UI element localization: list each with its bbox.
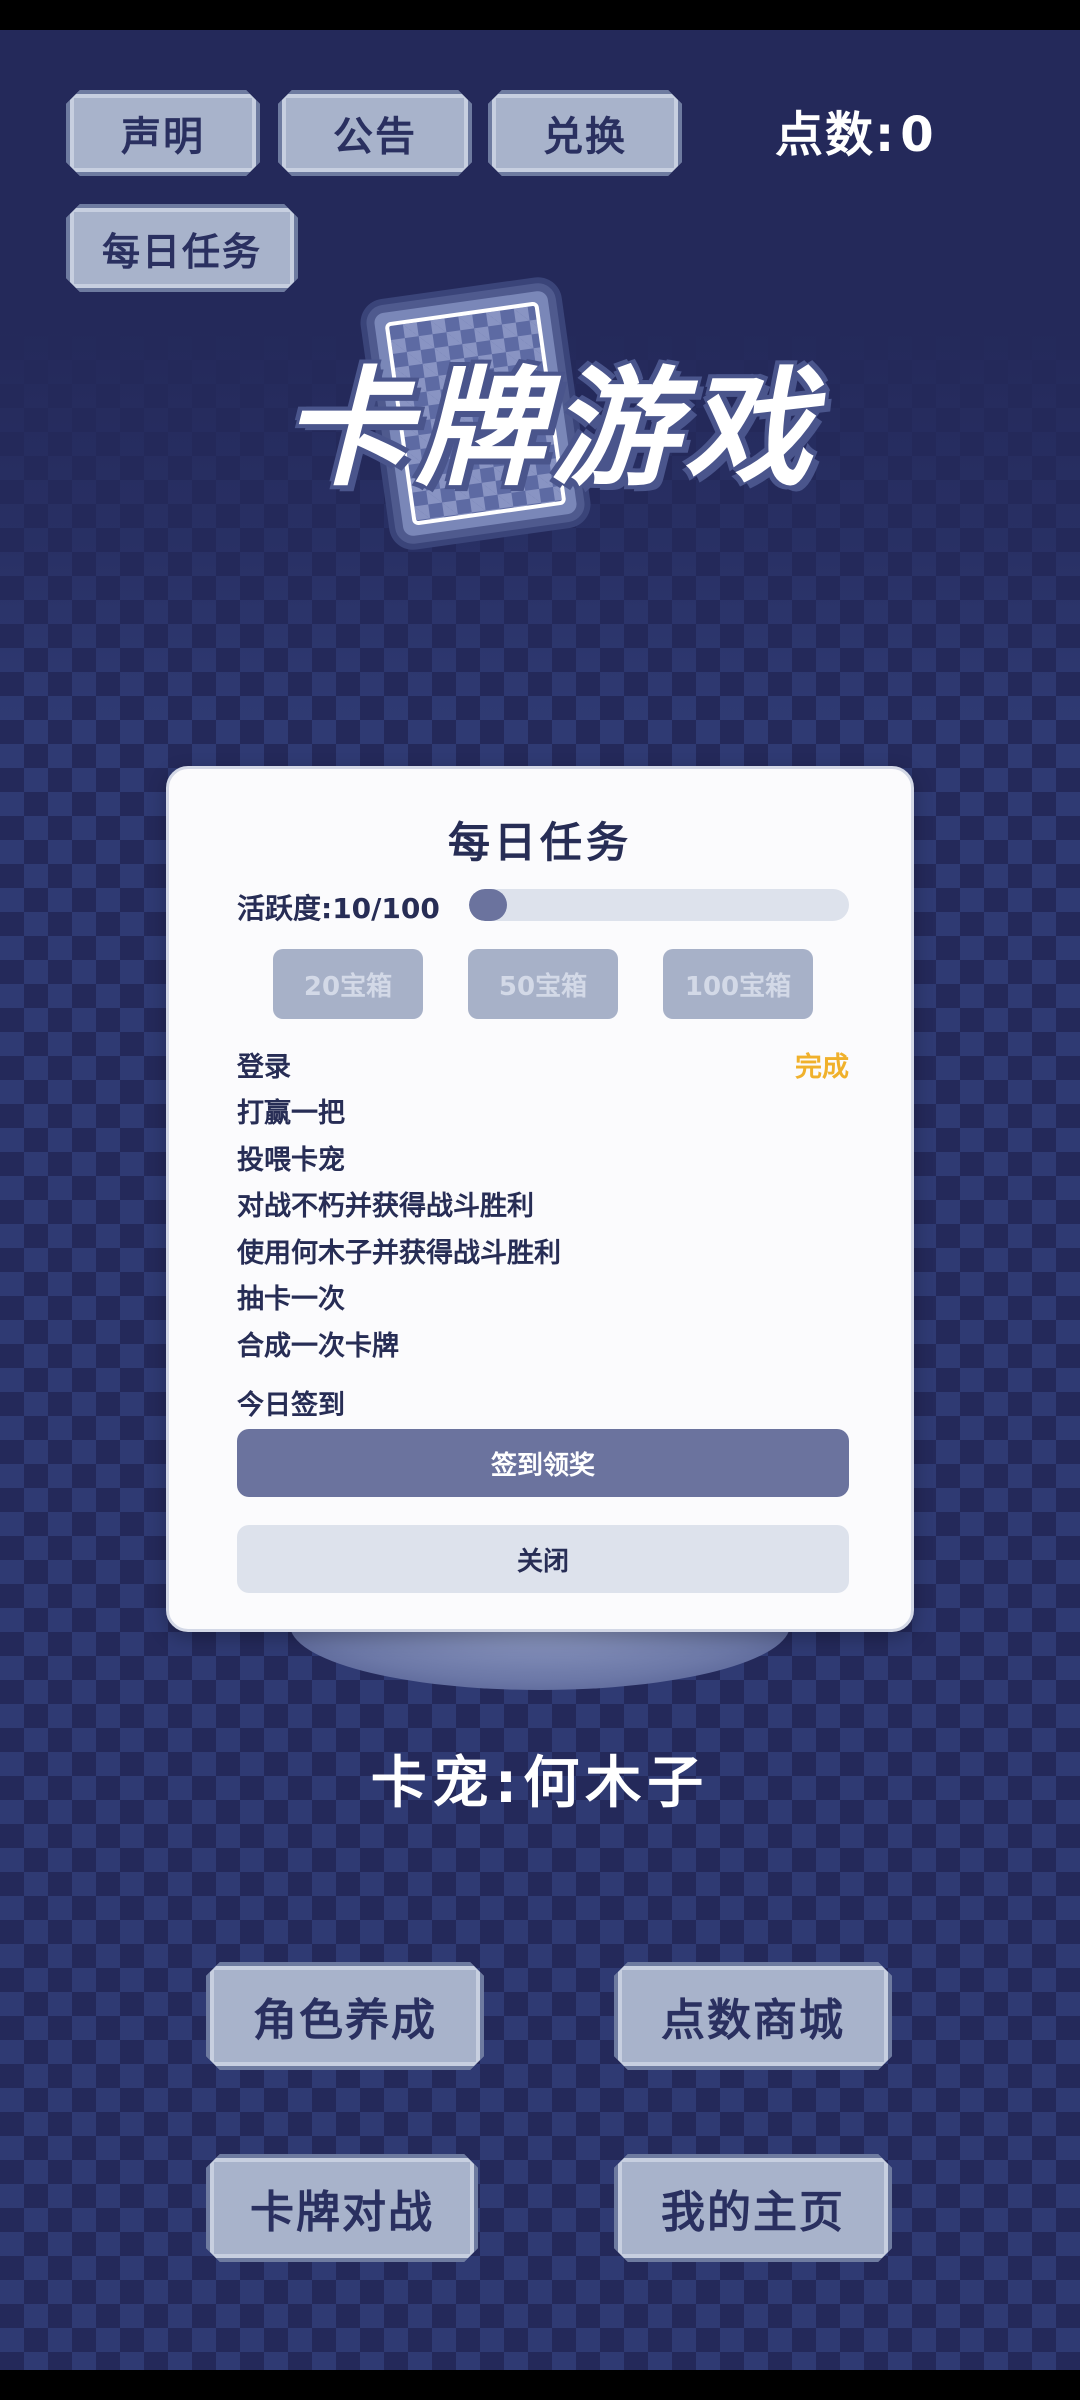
- card-battle-button[interactable]: 卡牌对战: [206, 2154, 478, 2262]
- close-button[interactable]: 关闭: [237, 1525, 849, 1593]
- activity-progress-fill: [469, 889, 507, 921]
- statement-button-label: 声明: [121, 114, 205, 160]
- daily-tasks-button[interactable]: 每日任务: [66, 204, 298, 292]
- daily-tasks-button-label: 每日任务: [101, 229, 262, 274]
- task-status-complete: 完成: [795, 1051, 849, 1083]
- task-item-use-pet-win: 使用何木子并获得战斗胜利: [237, 1227, 849, 1274]
- statement-button[interactable]: 声明: [66, 90, 260, 176]
- chest-50-button[interactable]: 50宝箱: [468, 949, 618, 1019]
- character-growth-button[interactable]: 角色养成: [206, 1962, 484, 2070]
- my-home-label: 我的主页: [661, 2187, 845, 2238]
- activity-progress-bar: [469, 889, 849, 921]
- signin-label: 今日签到: [237, 1390, 345, 1421]
- points-label: 点数:: [775, 107, 897, 163]
- task-list: 登录 完成 打赢一把 投喂卡宠 对战不朽并获得战斗胜利 使用何木子并获得战斗胜利…: [237, 1041, 849, 1367]
- task-item-beat-immortal: 对战不朽并获得战斗胜利: [237, 1181, 849, 1228]
- task-item-merge-card: 合成一次卡牌: [237, 1320, 849, 1367]
- points-shop-button[interactable]: 点数商城: [614, 1962, 892, 2070]
- chest-100-label: 100宝箱: [684, 971, 792, 1002]
- task-name: 使用何木子并获得战斗胜利: [237, 1237, 561, 1269]
- redeem-button[interactable]: 兑换: [488, 90, 682, 176]
- chest-20-label: 20宝箱: [303, 971, 393, 1002]
- task-name: 登录: [237, 1051, 291, 1083]
- logo-title: 卡牌游戏: [281, 355, 818, 504]
- chest-100-button[interactable]: 100宝箱: [663, 949, 813, 1019]
- dialog-title: 每日任务: [447, 818, 632, 867]
- points-value: 0: [900, 107, 936, 163]
- activity-label: 活跃度:10/100: [237, 887, 440, 927]
- chest-20-button[interactable]: 20宝箱: [273, 949, 423, 1019]
- points-display: 点数:0: [775, 95, 936, 165]
- task-name: 合成一次卡牌: [237, 1330, 399, 1362]
- task-name: 对战不朽并获得战斗胜利: [237, 1191, 534, 1223]
- daily-tasks-dialog: 每日任务 活跃度:10/100 20宝箱 50宝箱 100宝箱 登录 完成 打赢…: [166, 766, 914, 1632]
- signin-button-label: 签到领奖: [490, 1450, 595, 1481]
- game-logo: 卡牌游戏: [245, 280, 855, 547]
- points-shop-label: 点数商城: [661, 1995, 845, 2046]
- task-item-draw-card: 抽卡一次: [237, 1274, 849, 1321]
- chest-50-label: 50宝箱: [498, 971, 588, 1002]
- task-name: 投喂卡宠: [237, 1144, 345, 1176]
- activity-value: 10/100: [332, 892, 440, 925]
- navigation-bar: [0, 2370, 1080, 2400]
- close-button-label: 关闭: [516, 1546, 569, 1577]
- task-item-win-one: 打赢一把: [237, 1088, 849, 1135]
- pet-name: 卡宠:何木子: [370, 1751, 710, 1816]
- task-item-login: 登录 完成: [237, 1041, 849, 1088]
- task-item-feed-pet: 投喂卡宠: [237, 1134, 849, 1181]
- character-growth-label: 角色养成: [253, 1995, 437, 2046]
- notice-button[interactable]: 公告: [278, 90, 472, 176]
- my-home-button[interactable]: 我的主页: [614, 2154, 892, 2262]
- status-bar: [0, 0, 1080, 30]
- signin-reward-button[interactable]: 签到领奖: [237, 1429, 849, 1497]
- activity-label-text: 活跃度:: [237, 892, 333, 925]
- redeem-button-label: 兑换: [543, 114, 627, 160]
- notice-button-label: 公告: [333, 114, 417, 160]
- task-name: 打赢一把: [237, 1098, 345, 1130]
- task-name: 抽卡一次: [237, 1284, 345, 1316]
- card-battle-label: 卡牌对战: [250, 2187, 434, 2238]
